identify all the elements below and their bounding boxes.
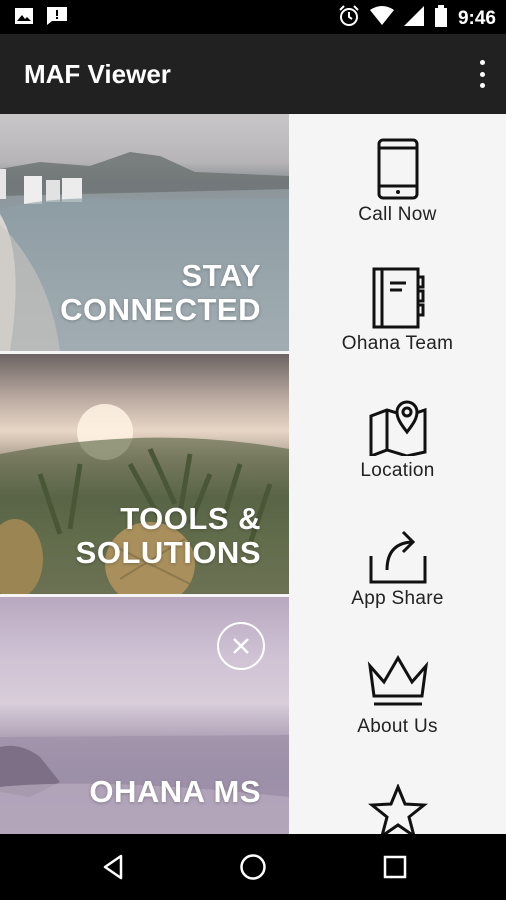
tile-label: STAY CONNECTED xyxy=(60,258,261,327)
menu-item-ohana-team[interactable]: Ohana Team xyxy=(289,267,506,395)
menu-label: App Share xyxy=(351,588,444,609)
recents-icon[interactable] xyxy=(380,852,410,882)
wifi-icon xyxy=(369,6,394,31)
home-icon[interactable] xyxy=(238,852,268,882)
tile-column: STAY CONNECTED TOOLS & SOLUTIONS OHANA M… xyxy=(0,114,289,834)
tile-stay-connected[interactable]: STAY CONNECTED xyxy=(0,114,289,351)
notebook-icon xyxy=(372,267,424,329)
nav-bar xyxy=(0,834,506,900)
app-title: MAF Viewer xyxy=(24,59,171,89)
tile-ohana-ms[interactable]: OHANA MS xyxy=(0,597,289,834)
menu-item-favorites[interactable] xyxy=(289,784,506,834)
close-circle-icon[interactable] xyxy=(217,622,265,670)
status-bar: 9:46 xyxy=(0,0,506,34)
signal-icon xyxy=(403,6,424,31)
phone-icon xyxy=(377,138,418,200)
menu-label: Call Now xyxy=(358,204,437,225)
share-icon xyxy=(369,530,426,584)
map-pin-icon xyxy=(369,400,426,456)
tile-tools-solutions[interactable]: TOOLS & SOLUTIONS xyxy=(0,354,289,594)
back-icon[interactable] xyxy=(99,852,129,882)
menu-column: Call Now Ohana Team Location App Share A… xyxy=(289,114,506,834)
menu-label: About Us xyxy=(357,716,438,737)
message-alert-icon xyxy=(46,6,68,31)
menu-item-call-now[interactable]: Call Now xyxy=(289,138,506,266)
menu-item-app-share[interactable]: App Share xyxy=(289,526,506,654)
app-bar: MAF Viewer xyxy=(0,34,506,114)
battery-icon xyxy=(434,5,448,32)
menu-label: Ohana Team xyxy=(341,333,454,354)
alarm-icon xyxy=(338,5,360,32)
star-icon xyxy=(367,784,428,834)
tile-label: TOOLS & SOLUTIONS xyxy=(75,501,261,570)
image-icon xyxy=(14,6,34,31)
crown-icon xyxy=(367,655,428,706)
menu-item-location[interactable]: Location xyxy=(289,398,506,526)
menu-item-about-us[interactable]: About Us xyxy=(289,654,506,782)
menu-label: Location xyxy=(360,460,435,481)
more-vert-icon[interactable] xyxy=(476,60,488,88)
status-time: 9:46 xyxy=(457,7,496,29)
main-content: STAY CONNECTED TOOLS & SOLUTIONS OHANA M… xyxy=(0,114,506,834)
tile-label: OHANA MS xyxy=(89,774,261,809)
